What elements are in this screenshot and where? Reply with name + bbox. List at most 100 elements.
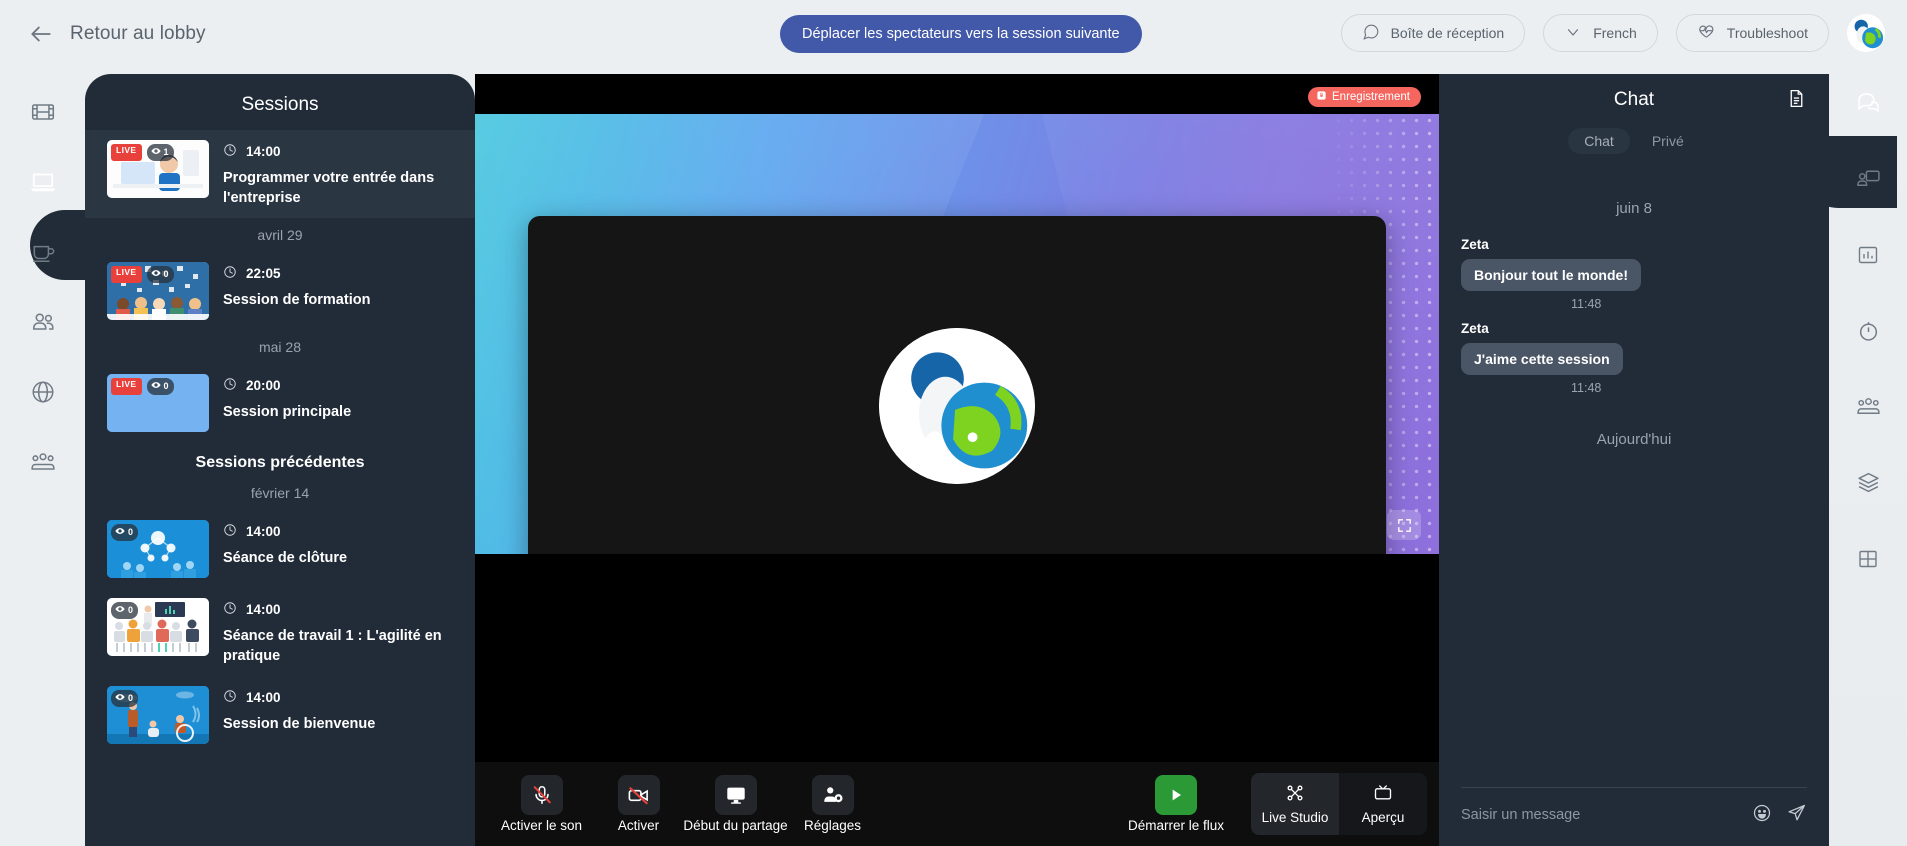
chat-messages[interactable]: juin 8 Zeta Bonjour tout le monde! 11:48 Zet… — [1439, 164, 1829, 754]
chat-bubble-icon — [1362, 23, 1380, 44]
fullscreen-button[interactable] — [1387, 510, 1421, 540]
session-title: Session principale — [223, 404, 352, 421]
layers-icon — [1856, 470, 1881, 500]
session-details: 14:00 Session de bienvenue — [223, 686, 453, 735]
film-icon — [30, 99, 56, 130]
back-to-lobby-label: Retour au lobby — [70, 23, 206, 44]
inbox-button[interactable]: Boîte de réception — [1340, 14, 1526, 52]
live-badge: LIVE — [111, 144, 142, 161]
session-list-item[interactable]: 0 14:00 Séance de clôture — [85, 510, 475, 588]
viewer-count: 0 — [128, 526, 134, 537]
sidebar-item-lounge[interactable] — [15, 226, 71, 282]
language-selector[interactable]: French — [1543, 14, 1658, 52]
top-bar: Retour au lobby Déplacer les spectateurs… — [0, 0, 1907, 68]
chevron-down-icon — [1564, 23, 1582, 44]
control-bar: Activer le son Activer Début du partage … — [475, 762, 1439, 846]
mic-off-icon — [520, 775, 563, 815]
session-time-row: 14:00 — [223, 689, 453, 706]
message-timestamp: 11:48 — [1571, 381, 1602, 395]
message-bubble: Bonjour tout le monde! — [1461, 259, 1641, 291]
session-details: 14:00 Programmer votre entrée dans l'entr… — [223, 140, 453, 208]
move-attendees-button[interactable]: Déplacer les spectateurs vers la session… — [780, 15, 1142, 53]
sidebar-item-expo[interactable] — [15, 366, 71, 422]
chat-tab-public[interactable]: Chat — [1568, 128, 1630, 154]
chat-tabs: Chat Privé — [1439, 126, 1829, 164]
recording-badge: Enregistrement — [1308, 87, 1421, 107]
session-time-row: 20:00 — [223, 377, 453, 394]
message-timestamp: 11:48 — [1571, 297, 1602, 311]
session-title: Séance de travail 1 : L'agilité en prati… — [223, 628, 442, 664]
session-time-row: 14:00 — [223, 143, 453, 160]
session-list-item[interactable]: LIVE 0 20:00 Session principale — [85, 364, 475, 442]
back-to-lobby-button[interactable]: Retour au lobby — [28, 21, 206, 47]
session-badges: 0 — [111, 690, 139, 708]
rail-item-polls[interactable] — [1843, 232, 1893, 282]
clock-icon — [223, 523, 237, 540]
viewer-count: 0 — [163, 380, 169, 391]
troubleshoot-button[interactable]: Troubleshoot — [1675, 14, 1829, 52]
share-screen-label: Début du partage — [683, 818, 788, 833]
live-studio-button[interactable]: Live Studio — [1251, 773, 1339, 835]
message-author: Zeta — [1461, 237, 1489, 252]
rail-item-attendees[interactable] — [1843, 384, 1893, 434]
session-list-item[interactable]: 0 14:00 Session de bienvenue — [85, 676, 475, 754]
start-stream-button[interactable]: Démarrer le flux — [1111, 775, 1241, 833]
session-date-separator: février 14 — [250, 485, 310, 502]
sidebar-item-stage[interactable] — [15, 86, 71, 142]
camera-label: Activer — [617, 818, 660, 833]
clock-icon — [223, 689, 237, 706]
rail-item-presenter[interactable] — [1843, 156, 1893, 206]
cup-icon — [30, 239, 56, 270]
scissors-icon — [1285, 783, 1305, 806]
chat-input[interactable] — [1461, 807, 1738, 823]
session-details: 22:05 Session de formation — [223, 262, 453, 311]
session-badges: LIVE 1 — [111, 144, 174, 161]
viewer-count: 1 — [163, 146, 169, 157]
session-time-row: 14:00 — [223, 523, 453, 540]
session-thumbnail: 0 — [107, 520, 209, 579]
camera-button[interactable]: Activer — [590, 775, 687, 833]
preview-button[interactable]: Aperçu — [1339, 773, 1427, 835]
astronaut-avatar-icon — [879, 328, 1035, 484]
control-bar-left: Activer le son Activer Début du partage … — [493, 775, 881, 833]
transcript-icon[interactable] — [1786, 88, 1807, 114]
rail-item-layers[interactable] — [1843, 460, 1893, 510]
viewer-count-badge: 0 — [111, 602, 139, 620]
speaker-video-tile[interactable]: Ash — [528, 216, 1386, 554]
rail-item-timer[interactable] — [1843, 308, 1893, 358]
share-screen-button[interactable]: Début du partage — [683, 775, 788, 833]
clock-icon — [223, 265, 237, 282]
session-title: Programmer votre entrée dans l'entrepris… — [223, 170, 435, 206]
chat-title: Chat — [1613, 89, 1655, 110]
session-list-item[interactable]: LIVE 0 22:05 Session de formation — [85, 252, 475, 330]
session-date-separator: mai 28 — [258, 339, 302, 356]
rail-item-chat[interactable] — [1843, 80, 1893, 130]
emoji-icon[interactable] — [1752, 803, 1772, 828]
eye-icon — [115, 604, 125, 617]
sidebar-item-people[interactable] — [15, 296, 71, 352]
previous-sessions-heading: Sessions précédentes — [195, 454, 365, 472]
sessions-list[interactable]: LIVE 1 14:00 Programmer votre entrée dans … — [85, 130, 475, 845]
chat-date-separator: juin 8 — [1616, 200, 1652, 217]
control-bar-right: Démarrer le flux Live Studio Aperçu — [1111, 773, 1427, 835]
sidebar-item-networking[interactable] — [15, 436, 71, 492]
viewer-count-badge: 0 — [146, 378, 174, 396]
live-badge: LIVE — [111, 378, 142, 396]
chat-header: Chat — [1439, 74, 1829, 126]
rail-item-layout[interactable] — [1843, 536, 1893, 586]
sidebar-item-sessions[interactable] — [15, 156, 71, 212]
bar-chart-icon — [1856, 243, 1880, 272]
session-list-item[interactable]: 0 14:00 Séance de travail 1 : L'agilité e… — [85, 588, 475, 676]
session-title: Séance de clôture — [223, 550, 348, 567]
unmute-button[interactable]: Activer le son — [493, 775, 590, 833]
session-date-separator: avril 29 — [257, 227, 303, 244]
avatar[interactable] — [1847, 14, 1885, 52]
chat-tab-private[interactable]: Privé — [1636, 128, 1700, 154]
session-list-item[interactable]: LIVE 1 14:00 Programmer votre entrée dans … — [85, 130, 475, 219]
monitor-icon — [714, 775, 757, 815]
send-icon[interactable] — [1786, 802, 1807, 828]
session-title: Session de formation — [223, 292, 371, 309]
live-studio-label: Live Studio — [1261, 810, 1329, 825]
troubleshoot-label: Troubleshoot — [1726, 25, 1808, 41]
settings-button[interactable]: Réglages — [784, 775, 881, 833]
